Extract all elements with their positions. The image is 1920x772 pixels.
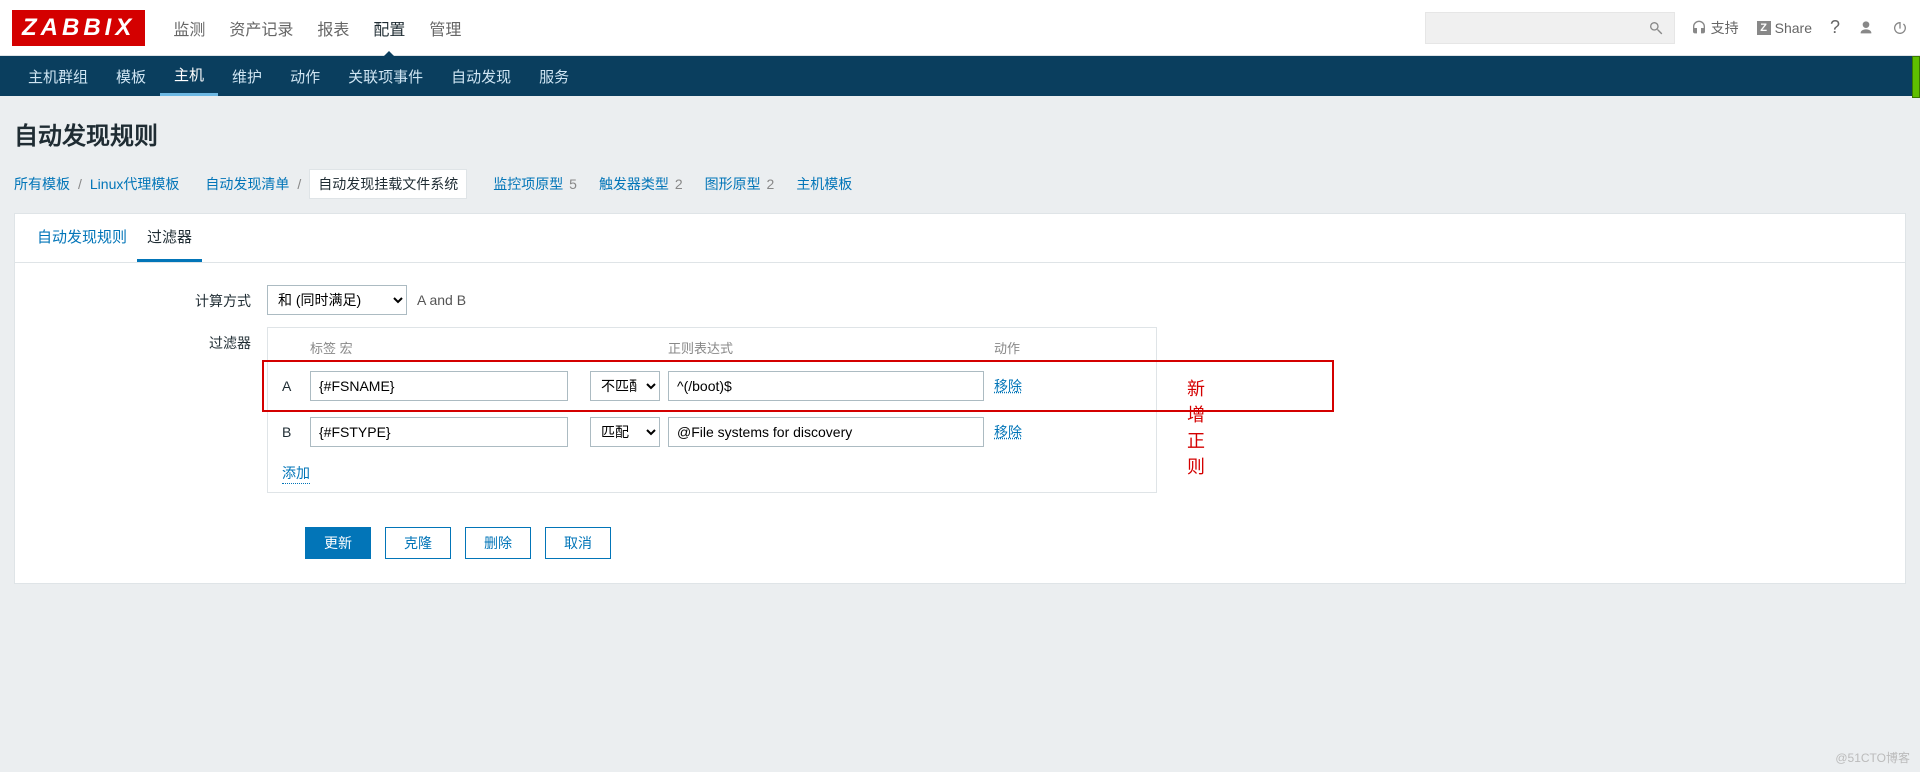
filter-table-header: 标签 宏 正则表达式 动作 bbox=[268, 328, 1156, 363]
macro-input[interactable] bbox=[310, 371, 568, 401]
breadcrumb-discovery-list[interactable]: 自动发现清单 bbox=[205, 174, 289, 194]
main-nav-administration[interactable]: 管理 bbox=[429, 0, 461, 58]
delete-button[interactable]: 删除 bbox=[465, 527, 531, 559]
tabs: 自动发现规则 过滤器 bbox=[15, 214, 1905, 263]
header: ZABBIX 监测 资产记录 报表 配置 管理 支持 Z Share ? bbox=[0, 0, 1920, 56]
sub-nav-maintenance[interactable]: 维护 bbox=[218, 56, 276, 96]
annotation-text: 新增正则 bbox=[1187, 375, 1205, 479]
regex-input[interactable] bbox=[668, 417, 984, 447]
search-input[interactable] bbox=[1425, 12, 1675, 44]
breadcrumb-link-host-prototypes[interactable]: 主机模板 bbox=[796, 174, 852, 194]
cancel-button[interactable]: 取消 bbox=[545, 527, 611, 559]
regex-input[interactable] bbox=[668, 371, 984, 401]
breadcrumb-template[interactable]: Linux代理模板 bbox=[90, 174, 179, 194]
sub-nav-services[interactable]: 服务 bbox=[525, 56, 583, 96]
sub-nav-correlation[interactable]: 关联项事件 bbox=[334, 56, 437, 96]
tab-filters[interactable]: 过滤器 bbox=[137, 214, 202, 262]
breadcrumb-link-label: 监控项原型 bbox=[493, 176, 563, 192]
breadcrumb-link-label: 图形原型 bbox=[705, 176, 761, 192]
header-action: 动作 bbox=[994, 338, 1054, 357]
clone-button[interactable]: 克隆 bbox=[385, 527, 451, 559]
support-label: 支持 bbox=[1711, 18, 1739, 38]
main-nav-monitoring[interactable]: 监测 bbox=[173, 0, 205, 58]
breadcrumb-link-trigger-prototypes[interactable]: 触发器类型 2 bbox=[599, 174, 683, 194]
breadcrumb-link-label: 主机模板 bbox=[796, 176, 852, 192]
breadcrumb-link-count: 2 bbox=[767, 176, 775, 192]
header-regex: 正则表达式 bbox=[668, 338, 994, 357]
breadcrumb-link-count: 5 bbox=[569, 176, 577, 192]
share-link[interactable]: Z Share bbox=[1757, 20, 1812, 36]
sub-nav-hosts[interactable]: 主机 bbox=[160, 56, 218, 96]
power-icon bbox=[1892, 20, 1908, 36]
breadcrumb-current: 自动发现挂载文件系统 bbox=[309, 169, 467, 199]
headset-icon bbox=[1691, 20, 1707, 36]
page-title-row: 自动发现规则 bbox=[0, 96, 1920, 161]
logout-link[interactable] bbox=[1892, 20, 1908, 36]
filter-row-a: A 不匹配 移除 bbox=[268, 363, 1156, 409]
breadcrumb-sep: / bbox=[78, 176, 82, 192]
main-nav-reports[interactable]: 报表 bbox=[317, 0, 349, 58]
breadcrumb-all-templates[interactable]: 所有模板 bbox=[14, 174, 70, 194]
add-filter-link[interactable]: 添加 bbox=[282, 463, 310, 484]
breadcrumb: 所有模板 / Linux代理模板 自动发现清单 / 自动发现挂载文件系统 监控项… bbox=[0, 161, 1920, 207]
form-card: 自动发现规则 过滤器 计算方式 和 (同时满足) A and B 过滤器 标签 … bbox=[14, 213, 1906, 584]
buttons-row: 更新 克隆 删除 取消 bbox=[37, 505, 1883, 559]
support-link[interactable]: 支持 bbox=[1691, 18, 1739, 38]
remove-link[interactable]: 移除 bbox=[994, 424, 1022, 440]
logo[interactable]: ZABBIX bbox=[12, 10, 145, 46]
form-area: 计算方式 和 (同时满足) A and B 过滤器 标签 宏 正则表达式 动作 bbox=[15, 263, 1905, 559]
row-filter-table: 过滤器 标签 宏 正则表达式 动作 A 不匹配 bbox=[37, 327, 1883, 493]
breadcrumb-link-item-prototypes[interactable]: 监控项原型 5 bbox=[493, 174, 577, 194]
filter-row-tag: A bbox=[282, 378, 310, 394]
help-link[interactable]: ? bbox=[1830, 17, 1840, 38]
breadcrumb-link-graph-prototypes[interactable]: 图形原型 2 bbox=[705, 174, 775, 194]
main-nav: 监测 资产记录 报表 配置 管理 bbox=[173, 0, 461, 58]
sub-nav-discovery[interactable]: 自动发现 bbox=[437, 56, 525, 96]
share-z-icon: Z bbox=[1757, 21, 1771, 35]
macro-input[interactable] bbox=[310, 417, 568, 447]
calc-hint: A and B bbox=[417, 292, 466, 308]
user-icon bbox=[1858, 20, 1874, 36]
filter-row-b: B 匹配 移除 bbox=[268, 409, 1156, 455]
header-macro: 标签 宏 bbox=[310, 338, 590, 357]
breadcrumb-link-label: 触发器类型 bbox=[599, 176, 669, 192]
page-title: 自动发现规则 bbox=[14, 116, 1906, 151]
header-actions: 支持 Z Share ? bbox=[1691, 17, 1908, 38]
sub-nav-actions[interactable]: 动作 bbox=[276, 56, 334, 96]
tab-discovery-rule[interactable]: 自动发现规则 bbox=[27, 214, 137, 262]
filter-table: 标签 宏 正则表达式 动作 A 不匹配 移除 bbox=[267, 327, 1157, 493]
operator-select[interactable]: 不匹配 bbox=[590, 371, 660, 401]
operator-select[interactable]: 匹配 bbox=[590, 417, 660, 447]
main-nav-inventory[interactable]: 资产记录 bbox=[229, 0, 293, 58]
search-icon bbox=[1648, 20, 1664, 36]
calc-select[interactable]: 和 (同时满足) bbox=[267, 285, 407, 315]
share-label: Share bbox=[1775, 20, 1812, 36]
update-button[interactable]: 更新 bbox=[305, 527, 371, 559]
filter-row-tag: B bbox=[282, 424, 310, 440]
calc-label: 计算方式 bbox=[37, 285, 267, 311]
sub-nav-hostgroups[interactable]: 主机群组 bbox=[14, 56, 102, 96]
remove-link[interactable]: 移除 bbox=[994, 378, 1022, 394]
sub-nav-templates[interactable]: 模板 bbox=[102, 56, 160, 96]
row-calc-method: 计算方式 和 (同时满足) A and B bbox=[37, 285, 1883, 315]
sub-nav: 主机群组 模板 主机 维护 动作 关联项事件 自动发现 服务 bbox=[0, 56, 1920, 96]
profile-link[interactable] bbox=[1858, 20, 1874, 36]
filter-label: 过滤器 bbox=[37, 327, 267, 353]
main-nav-configuration[interactable]: 配置 bbox=[373, 0, 405, 58]
breadcrumb-link-count: 2 bbox=[675, 176, 683, 192]
watermark: @51CTO博客 bbox=[1835, 749, 1910, 766]
breadcrumb-sep: / bbox=[297, 176, 301, 192]
server-status-indicator[interactable] bbox=[1912, 56, 1920, 98]
